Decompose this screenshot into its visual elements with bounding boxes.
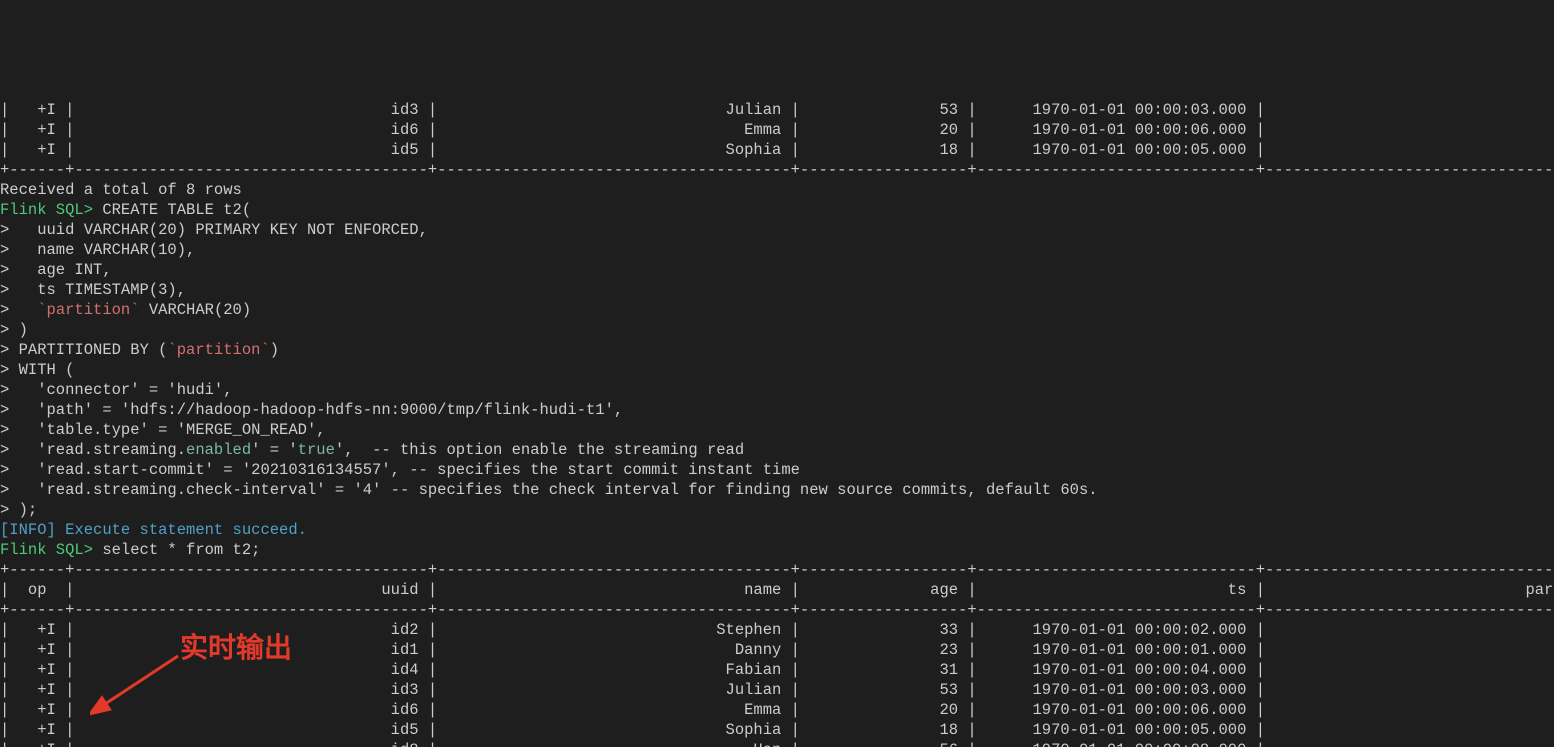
table-separator: +------+--------------------------------…: [0, 600, 1554, 620]
sql-input-line[interactable]: Flink SQL> CREATE TABLE t2(: [0, 200, 1554, 220]
table-separator: +------+--------------------------------…: [0, 560, 1554, 580]
sql-continuation-line[interactable]: > 'connector' = 'hudi',: [0, 380, 1554, 400]
table-separator: +------+--------------------------------…: [0, 160, 1554, 180]
sql-continuation-line[interactable]: > 'table.type' = 'MERGE_ON_READ',: [0, 420, 1554, 440]
sql-continuation-line[interactable]: > PARTITIONED BY (`partition`): [0, 340, 1554, 360]
sql-continuation-line[interactable]: > ): [0, 320, 1554, 340]
sql-continuation-line[interactable]: > 'read.streaming.check-interval' = '4' …: [0, 480, 1554, 500]
table-row: | +I | id6 | Emma | 20 | 1970-01-01 00:0…: [0, 120, 1554, 140]
table-row: | +I | id4 | Fabian | 31 | 1970-01-01 00…: [0, 660, 1554, 680]
sql-continuation-line[interactable]: > uuid VARCHAR(20) PRIMARY KEY NOT ENFOR…: [0, 220, 1554, 240]
table-row: | +I | id1 | Danny | 23 | 1970-01-01 00:…: [0, 640, 1554, 660]
terminal-output[interactable]: | +I | id3 | Julian | 53 | 1970-01-01 00…: [0, 100, 1554, 747]
sql-continuation-line[interactable]: > age INT,: [0, 260, 1554, 280]
sql-input-line[interactable]: Flink SQL> select * from t2;: [0, 540, 1554, 560]
info-message: [INFO] Execute statement succeed.: [0, 520, 1554, 540]
sql-continuation-line[interactable]: > ts TIMESTAMP(3),: [0, 280, 1554, 300]
sql-continuation-line[interactable]: > WITH (: [0, 360, 1554, 380]
table-row: | +I | id5 | Sophia | 18 | 1970-01-01 00…: [0, 720, 1554, 740]
table-row: | +I | id5 | Sophia | 18 | 1970-01-01 00…: [0, 140, 1554, 160]
sql-continuation-line[interactable]: > 'read.start-commit' = '20210316134557'…: [0, 460, 1554, 480]
sql-continuation-line[interactable]: > name VARCHAR(10),: [0, 240, 1554, 260]
table-row: | +I | id2 | Stephen | 33 | 1970-01-01 0…: [0, 620, 1554, 640]
sql-continuation-line[interactable]: > );: [0, 500, 1554, 520]
table-row: | +I | id8 | Han | 56 | 1970-01-01 00:00…: [0, 740, 1554, 747]
table-row: | +I | id3 | Julian | 53 | 1970-01-01 00…: [0, 100, 1554, 120]
sql-continuation-line[interactable]: > `partition` VARCHAR(20): [0, 300, 1554, 320]
sql-continuation-line[interactable]: > 'path' = 'hdfs://hadoop-hadoop-hdfs-nn…: [0, 400, 1554, 420]
table-header: | op | uuid | name | age | ts | partitio…: [0, 580, 1554, 600]
status-message: Received a total of 8 rows: [0, 180, 1554, 200]
sql-continuation-line[interactable]: > 'read.streaming.enabled' = 'true', -- …: [0, 440, 1554, 460]
table-row: | +I | id3 | Julian | 53 | 1970-01-01 00…: [0, 680, 1554, 700]
table-row: | +I | id6 | Emma | 20 | 1970-01-01 00:0…: [0, 700, 1554, 720]
